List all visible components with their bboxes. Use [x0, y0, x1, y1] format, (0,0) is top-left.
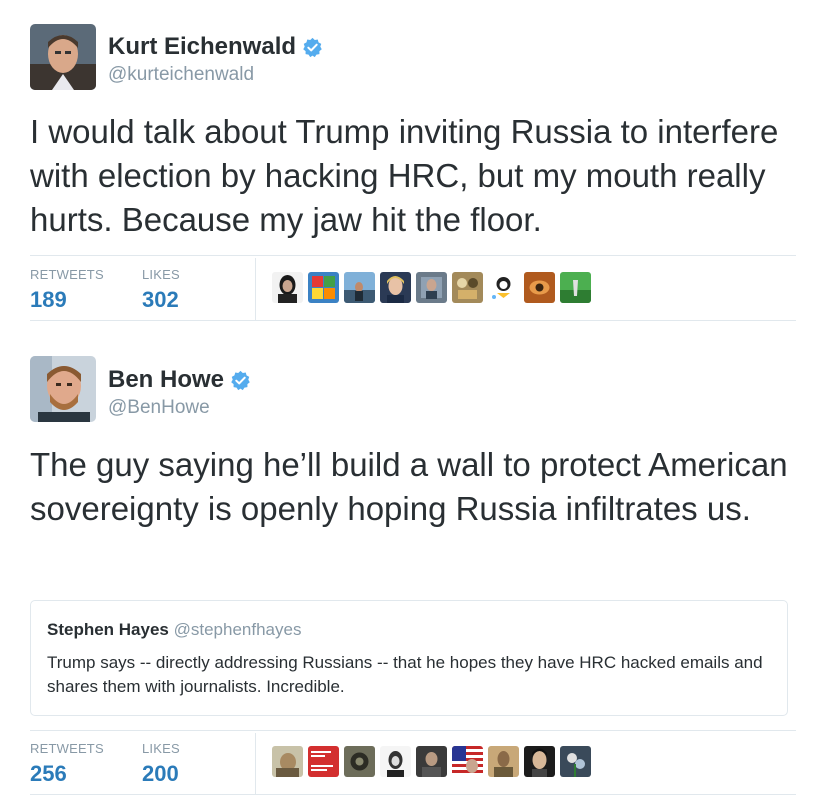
- quoted-author[interactable]: Stephen Hayes @stephenfhayes: [47, 620, 301, 640]
- verified-badge-icon: [303, 37, 322, 57]
- liker-avatar[interactable]: [488, 272, 519, 303]
- likes-label[interactable]: LIKES: [142, 741, 180, 756]
- liker-avatar[interactable]: [452, 746, 483, 777]
- retweets-count[interactable]: 256: [30, 761, 67, 787]
- liker-avatar[interactable]: [308, 746, 339, 777]
- liker-avatar[interactable]: [488, 746, 519, 777]
- liker-avatar[interactable]: [416, 272, 447, 303]
- author-handle[interactable]: @kurteichenwald: [108, 64, 254, 86]
- liker-avatar[interactable]: [452, 272, 483, 303]
- stats-separator: [255, 733, 256, 795]
- divider: [30, 255, 796, 256]
- divider: [30, 730, 796, 731]
- liker-avatar[interactable]: [524, 272, 555, 303]
- liker-avatar[interactable]: [524, 746, 555, 777]
- liker-avatar[interactable]: [416, 746, 447, 777]
- tweet-1: Kurt Eichenwald @kurteichenwald I would …: [0, 0, 814, 322]
- quoted-text: Trump says -- directly addressing Russia…: [47, 653, 763, 696]
- quoted-author-name[interactable]: Stephen Hayes: [47, 620, 169, 639]
- liker-avatars: [272, 272, 591, 303]
- liker-avatar[interactable]: [380, 746, 411, 777]
- liker-avatar[interactable]: [308, 272, 339, 303]
- liker-avatar[interactable]: [344, 272, 375, 303]
- author-name[interactable]: Kurt Eichenwald: [108, 33, 323, 61]
- tweet-text: I would talk about Trump inviting Russia…: [30, 113, 779, 238]
- liker-avatar[interactable]: [560, 272, 591, 303]
- likes-count[interactable]: 200: [142, 761, 179, 787]
- verified-badge-icon: [231, 370, 250, 390]
- quoted-author-handle[interactable]: @stephenfhayes: [174, 620, 302, 639]
- author-avatar[interactable]: [30, 356, 96, 422]
- liker-avatar[interactable]: [272, 746, 303, 777]
- stats-separator: [255, 258, 256, 320]
- tweet-bottom-border: [30, 320, 796, 321]
- retweets-count[interactable]: 189: [30, 287, 67, 313]
- tweet-text: The guy saying he’ll build a wall to pro…: [30, 446, 788, 527]
- likes-label[interactable]: LIKES: [142, 267, 180, 282]
- retweets-label[interactable]: RETWEETS: [30, 741, 104, 756]
- tweet-bottom-border: [30, 794, 796, 795]
- likes-count[interactable]: 302: [142, 287, 179, 313]
- liker-avatar[interactable]: [272, 272, 303, 303]
- retweets-label[interactable]: RETWEETS: [30, 267, 104, 282]
- author-handle[interactable]: @BenHowe: [108, 397, 210, 419]
- liker-avatar[interactable]: [560, 746, 591, 777]
- quoted-tweet[interactable]: Stephen Hayes @stephenfhayes Trump says …: [30, 600, 788, 716]
- liker-avatars: [272, 746, 591, 777]
- tweet-2: Ben Howe @BenHowe The guy saying he’ll b…: [0, 322, 814, 810]
- liker-avatar[interactable]: [344, 746, 375, 777]
- author-avatar[interactable]: [30, 24, 96, 90]
- author-name[interactable]: Ben Howe: [108, 366, 251, 394]
- liker-avatar[interactable]: [380, 272, 411, 303]
